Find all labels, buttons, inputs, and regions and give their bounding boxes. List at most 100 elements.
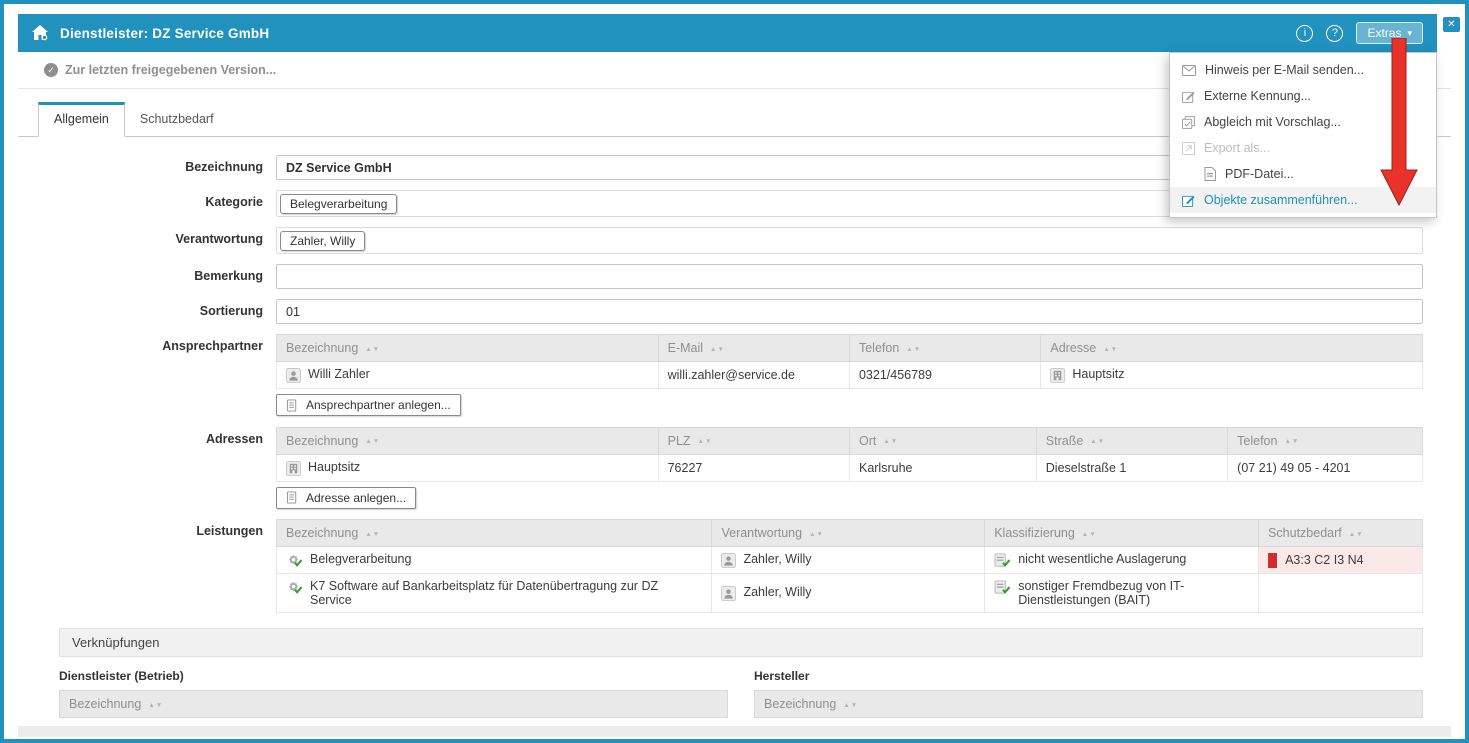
tab-allgemein[interactable]: Allgemein — [38, 102, 125, 137]
service-provider-home-icon — [30, 23, 50, 43]
hersteller-panel: Hersteller Bezeichnung▲▼ — [754, 669, 1423, 718]
building-icon — [1050, 368, 1065, 383]
dienstleister-betrieb-panel: Dienstleister (Betrieb) Bezeichnung▲▼ — [59, 669, 728, 718]
sort-icon[interactable]: ▲▼ — [883, 438, 898, 445]
sort-icon[interactable]: ▲▼ — [365, 531, 380, 538]
verantwortung-chip[interactable]: Zahler, Willy — [280, 231, 365, 251]
bemerkung-label: Bemerkung — [44, 264, 276, 283]
pdf-file-icon — [1204, 167, 1216, 181]
verknuepfungen-header: Verknüpfungen — [59, 628, 1423, 657]
column-schutzbedarf[interactable]: Schutzbedarf▲▼ — [1259, 520, 1423, 547]
sort-icon[interactable]: ▲▼ — [809, 531, 824, 538]
column-plz[interactable]: PLZ▲▼ — [658, 427, 849, 454]
kategorie-chip[interactable]: Belegverarbeitung — [280, 194, 397, 214]
ansprechpartner-header-row: Bezeichnung▲▼ E-Mail▲▼ Telefon▲▼ Adresse… — [277, 335, 1423, 362]
titlebar: Dienstleister: DZ Service GmbH i ? Extra… — [18, 14, 1437, 52]
ansprechpartner-table: Bezeichnung▲▼ E-Mail▲▼ Telefon▲▼ Adresse… — [276, 334, 1423, 389]
version-link-label: Zur letzten freigegebenen Version... — [65, 63, 276, 77]
adressen-header-row: Bezeichnung▲▼ PLZ▲▼ Ort▲▼ Straße▲▼ Telef… — [277, 427, 1423, 454]
sortierung-label: Sortierung — [44, 299, 276, 318]
sort-icon[interactable]: ▲▼ — [1103, 346, 1118, 353]
classification-check-icon — [994, 553, 1011, 568]
form-row-bemerkung: Bemerkung — [44, 264, 1423, 289]
sortierung-input[interactable] — [276, 299, 1423, 324]
chevron-down-icon: ▾ — [1407, 28, 1412, 39]
envelope-icon — [1182, 65, 1196, 76]
column-strasse[interactable]: Straße▲▼ — [1036, 427, 1227, 454]
help-icon[interactable]: ? — [1326, 25, 1343, 42]
close-icon: ✕ — [1447, 19, 1455, 30]
dienstleister-betrieb-column-header[interactable]: Bezeichnung▲▼ — [59, 690, 728, 718]
sort-icon[interactable]: ▲▼ — [148, 702, 163, 709]
hersteller-column-header[interactable]: Bezeichnung▲▼ — [754, 690, 1423, 718]
adressen-label: Adressen — [44, 427, 276, 446]
bezeichnung-label: Bezeichnung — [44, 155, 276, 174]
verantwortung-field[interactable]: Zahler, Willy — [276, 227, 1423, 254]
column-adresse[interactable]: Adresse▲▼ — [1041, 335, 1423, 362]
sort-icon[interactable]: ▲▼ — [698, 438, 713, 445]
leistungen-header-row: Bezeichnung▲▼ Verantwortung▲▼ Klassifizi… — [277, 520, 1423, 547]
app-window: ✕ Dienstleister: DZ Service GmbH i ? Ext… — [0, 0, 1469, 743]
ansprechpartner-anlegen-button[interactable]: Ansprechpartner anlegen... — [276, 394, 461, 416]
sort-icon[interactable]: ▲▼ — [843, 702, 858, 709]
column-telefon[interactable]: Telefon▲▼ — [849, 335, 1040, 362]
sort-icon[interactable]: ▲▼ — [1284, 438, 1299, 445]
bemerkung-input[interactable] — [276, 264, 1423, 289]
column-ort[interactable]: Ort▲▼ — [849, 427, 1036, 454]
sort-icon[interactable]: ▲▼ — [906, 346, 921, 353]
tab-schutzbedarf-label: Schutzbedarf — [140, 112, 214, 126]
service-check-icon — [286, 580, 303, 595]
column-bezeichnung[interactable]: Bezeichnung▲▼ — [277, 520, 712, 547]
verknuepfungen-section: Verknüpfungen Dienstleister (Betrieb) Be… — [59, 628, 1423, 718]
form-row-verantwortung: Verantwortung Zahler, Willy — [44, 227, 1423, 254]
sort-icon[interactable]: ▲▼ — [1082, 531, 1097, 538]
annotation-arrow — [1379, 38, 1419, 206]
adresse-anlegen-button[interactable]: Adresse anlegen... — [276, 487, 416, 509]
column-bezeichnung[interactable]: Bezeichnung▲▼ — [277, 427, 659, 454]
service-check-icon — [286, 553, 303, 568]
column-bezeichnung[interactable]: Bezeichnung▲▼ — [277, 335, 659, 362]
column-email[interactable]: E-Mail▲▼ — [658, 335, 849, 362]
ansprechpartner-row[interactable]: Willi Zahler willi.zahler@service.de 032… — [277, 362, 1423, 389]
form-row-sortierung: Sortierung — [44, 299, 1423, 324]
person-icon — [286, 368, 301, 383]
classification-check-icon — [994, 580, 1011, 595]
verantwortung-label: Verantwortung — [44, 227, 276, 246]
info-icon[interactable]: i — [1296, 25, 1313, 42]
protection-level-indicator — [1268, 553, 1277, 568]
sort-icon[interactable]: ▲▼ — [1090, 438, 1105, 445]
adressen-row[interactable]: Hauptsitz 76227 Karlsruhe Dieselstraße 1… — [277, 454, 1423, 481]
sort-icon[interactable]: ▲▼ — [710, 346, 725, 353]
close-button[interactable]: ✕ — [1443, 17, 1460, 32]
tab-schutzbedarf[interactable]: Schutzbedarf — [125, 103, 229, 136]
leistungen-label: Leistungen — [44, 519, 276, 538]
column-telefon[interactable]: Telefon▲▼ — [1228, 427, 1423, 454]
sort-icon[interactable]: ▲▼ — [365, 346, 380, 353]
ansprechpartner-label: Ansprechpartner — [44, 334, 276, 353]
status-bar — [18, 726, 1451, 737]
kategorie-label: Kategorie — [44, 190, 276, 209]
form-row-ansprechpartner: Ansprechpartner Bezeichnung▲▼ E-Mail▲▼ T… — [44, 334, 1423, 417]
building-icon — [286, 461, 301, 476]
hersteller-label: Hersteller — [754, 669, 1423, 683]
window-title: Dienstleister: DZ Service GmbH — [60, 26, 269, 41]
export-icon — [1182, 142, 1195, 155]
column-klassifizierung[interactable]: Klassifizierung▲▼ — [985, 520, 1259, 547]
leistungen-row[interactable]: K7 Software auf Bankarbeitsplatz für Dat… — [277, 574, 1423, 613]
leistungen-row[interactable]: Belegverarbeitung Zahler, Willy nicht we… — [277, 547, 1423, 574]
last-approved-version-link[interactable]: ✓ Zur letzten freigegebenen Version... — [44, 63, 276, 77]
merge-objects-icon — [1182, 194, 1195, 207]
edit-icon — [1182, 90, 1195, 103]
form-row-leistungen: Leistungen Bezeichnung▲▼ Verantwortung▲▼… — [44, 519, 1423, 613]
compare-icon — [1182, 116, 1195, 129]
column-verantwortung[interactable]: Verantwortung▲▼ — [712, 520, 985, 547]
form-row-adressen: Adressen Bezeichnung▲▼ PLZ▲▼ Ort▲▼ Straß… — [44, 427, 1423, 510]
check-circle-icon: ✓ — [44, 63, 58, 77]
person-icon — [721, 553, 736, 568]
tab-allgemein-label: Allgemein — [54, 112, 109, 126]
new-document-icon — [286, 399, 299, 412]
sort-icon[interactable]: ▲▼ — [1349, 531, 1364, 538]
person-icon — [721, 586, 736, 601]
sort-icon[interactable]: ▲▼ — [365, 438, 380, 445]
leistungen-table: Bezeichnung▲▼ Verantwortung▲▼ Klassifizi… — [276, 519, 1423, 613]
